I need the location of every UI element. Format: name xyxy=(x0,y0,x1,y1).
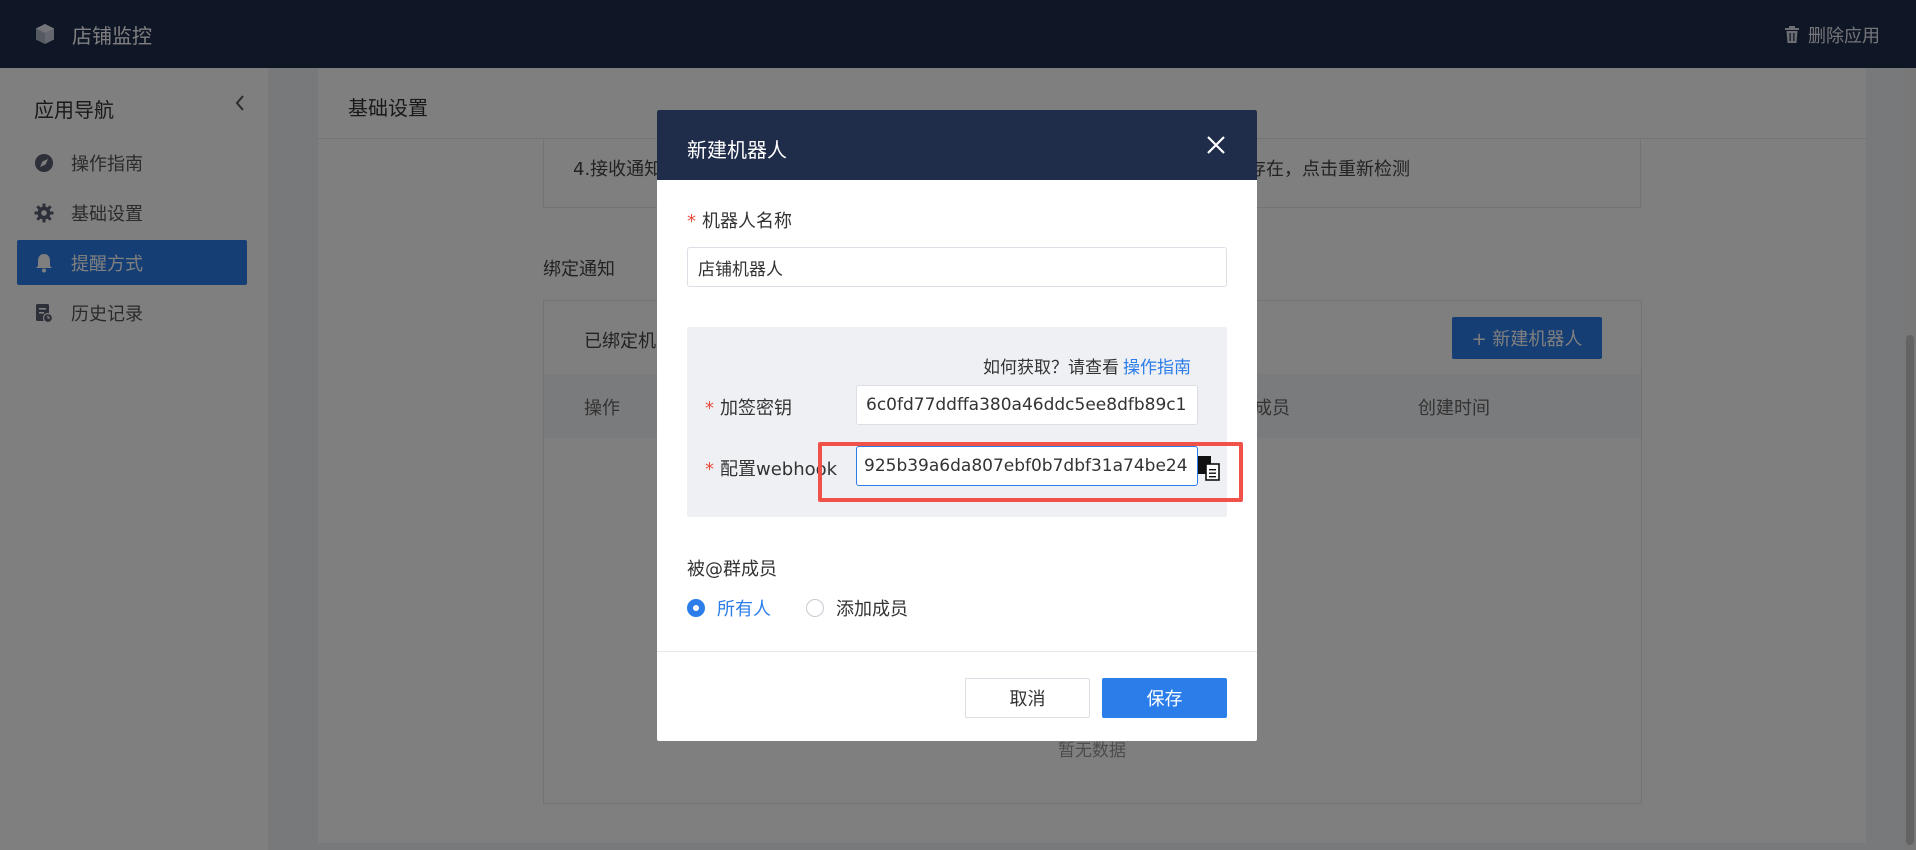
radio-add-label: 添加成员 xyxy=(836,599,908,620)
robot-name-label-text: 机器人名称 xyxy=(702,211,792,232)
dialog-header: 新建机器人 xyxy=(657,110,1257,180)
members-label: 被@群成员 xyxy=(687,559,777,580)
required-mark: * xyxy=(705,459,714,480)
cancel-button[interactable]: 取消 xyxy=(965,678,1090,718)
radio-all-label: 所有人 xyxy=(717,599,771,620)
webhook-highlight-frame xyxy=(818,442,1243,502)
radio-unselected-icon xyxy=(806,599,824,617)
how-get-hint: 如何获取？请查看 操作指南 xyxy=(983,353,1191,378)
secret-label: * 加签密钥 xyxy=(705,394,792,420)
new-robot-dialog: 新建机器人 *机器人名称 如何获取？请查看操作指南 *加签密钥 *配置webho… xyxy=(657,110,1257,741)
robot-name-input[interactable] xyxy=(687,247,1227,287)
how-get-text: 如何获取？请查看 xyxy=(983,358,1119,378)
robot-name-label: * 机器人名称 xyxy=(687,207,792,233)
dialog-footer-divider xyxy=(657,651,1257,652)
secret-label-text: 加签密钥 xyxy=(720,398,792,419)
required-mark: * xyxy=(687,211,696,232)
close-icon[interactable] xyxy=(1203,132,1229,158)
required-mark: * xyxy=(705,398,714,419)
radio-all-members[interactable]: 所有人 xyxy=(687,595,771,621)
radio-selected-icon xyxy=(687,599,705,617)
save-button[interactable]: 保存 xyxy=(1102,678,1227,718)
radio-add-members[interactable]: 添加成员 xyxy=(806,595,908,621)
secret-key-input[interactable] xyxy=(856,385,1198,425)
dialog-title: 新建机器人 xyxy=(687,138,787,162)
guide-link[interactable]: 操作指南 xyxy=(1123,358,1191,378)
